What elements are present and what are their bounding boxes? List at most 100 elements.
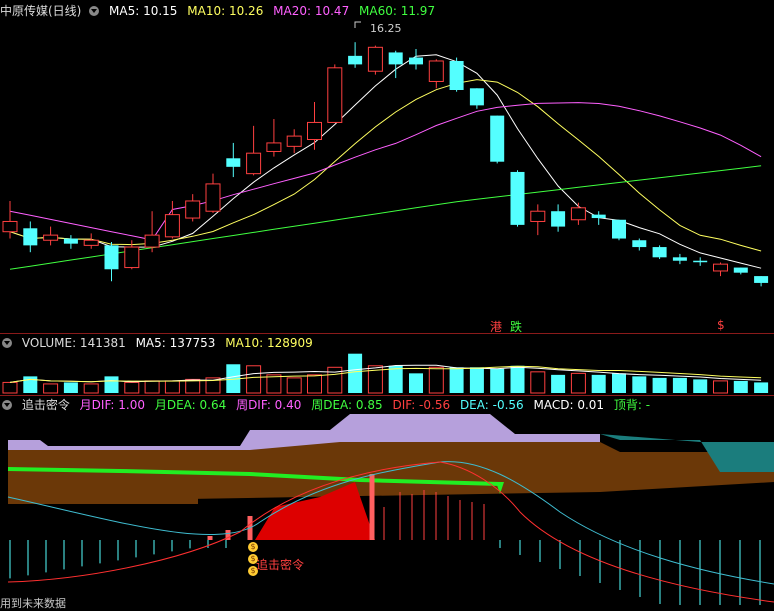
volume-ma5-line xyxy=(9,364,762,383)
candle xyxy=(530,210,546,222)
candle xyxy=(348,55,363,65)
candle xyxy=(23,228,38,246)
candle xyxy=(672,257,687,261)
volume-label: VOLUME: 141381 xyxy=(21,336,126,350)
dea-label: DEA: -0.56 xyxy=(459,398,524,412)
volume-bar xyxy=(672,377,687,393)
volume-bar xyxy=(570,372,586,394)
candle xyxy=(185,200,201,219)
volume-ma10-line xyxy=(9,365,762,383)
candle xyxy=(469,88,484,106)
volume-bar xyxy=(713,380,728,394)
candle xyxy=(367,46,383,72)
candle xyxy=(63,238,78,244)
volume-bar xyxy=(469,367,484,393)
signal-label: 追击密令 xyxy=(256,558,305,572)
volume-bar xyxy=(43,383,59,394)
volume-bar xyxy=(612,373,626,393)
chevron-down-icon[interactable] xyxy=(2,400,12,410)
signal-coin-1: $ xyxy=(248,542,258,552)
candle xyxy=(570,207,586,221)
candle xyxy=(2,220,18,233)
volume-bar xyxy=(63,382,78,393)
candle xyxy=(266,142,282,152)
candle xyxy=(124,246,140,269)
candle xyxy=(388,52,403,65)
macd-label: MACD: 0.01 xyxy=(533,398,605,412)
volume-ma10-label: MA10: 128909 xyxy=(225,336,313,350)
candle xyxy=(246,152,262,175)
candle xyxy=(164,214,180,238)
volume-ma5-label: MA5: 137753 xyxy=(135,336,216,350)
volume-bar xyxy=(286,377,302,394)
candle xyxy=(713,263,728,272)
candle xyxy=(591,214,606,219)
volume-panel-header: VOLUME: 141381 MA5: 137753 MA10: 128909 xyxy=(0,335,319,351)
volume-bar xyxy=(124,381,140,394)
volume-bar xyxy=(164,380,180,394)
candle xyxy=(409,57,423,65)
volume-bar xyxy=(409,373,423,393)
candle xyxy=(307,121,322,141)
volume-bar xyxy=(530,371,546,394)
candle xyxy=(652,247,667,258)
volume-bar xyxy=(144,380,160,394)
volume-bar xyxy=(388,365,403,393)
dollar-tag: $ xyxy=(717,318,725,332)
ma10-line xyxy=(9,79,762,252)
volume-bar xyxy=(104,376,119,393)
candle xyxy=(226,158,241,167)
candle xyxy=(754,276,769,283)
indicator-panel-header: 追击密令 月DIF: 1.00 月DEA: 0.64 周DIF: 0.40 周D… xyxy=(0,397,656,413)
ma5-line xyxy=(9,54,762,269)
candle xyxy=(612,219,626,239)
indicator-chart[interactable] xyxy=(0,412,774,611)
volume-bar xyxy=(632,376,647,393)
price-chart[interactable] xyxy=(0,0,774,332)
volume-bar xyxy=(490,368,505,393)
indicator-name: 追击密令 xyxy=(21,398,70,412)
candle xyxy=(449,60,464,90)
candle xyxy=(428,60,444,82)
panel-divider xyxy=(0,395,774,396)
volume-bar xyxy=(23,376,38,393)
candle xyxy=(693,260,708,263)
candle xyxy=(104,245,119,270)
volume-bar xyxy=(246,365,262,394)
volume-bar xyxy=(551,374,566,393)
candle xyxy=(327,67,343,123)
candle xyxy=(83,239,99,246)
volume-bar xyxy=(652,377,667,393)
dif-label: DIF: -0.56 xyxy=(392,398,451,412)
band-floor xyxy=(8,492,198,504)
volume-bar xyxy=(449,367,464,393)
ma20-line xyxy=(9,102,762,241)
volume-bar xyxy=(693,379,708,393)
candle xyxy=(286,135,302,147)
footer-note: 用到未来数据 xyxy=(0,597,66,610)
high-price-label: 16.25 xyxy=(370,22,402,35)
candle xyxy=(144,234,160,248)
ma60-line xyxy=(9,165,762,270)
volume-bar xyxy=(348,353,363,393)
panel-divider xyxy=(0,333,774,334)
volume-bar xyxy=(83,383,99,394)
volume-bar xyxy=(266,374,282,394)
volume-bar xyxy=(754,382,769,393)
volume-bar xyxy=(510,365,525,393)
chevron-down-icon[interactable] xyxy=(2,338,12,348)
candle xyxy=(551,211,566,227)
volume-bar xyxy=(428,366,444,394)
month-dif-label: 月DIF: 1.00 xyxy=(79,398,145,412)
month-dea-label: 月DEA: 0.64 xyxy=(154,398,227,412)
top-divergence-label: 顶背: - xyxy=(613,398,651,412)
volume-chart[interactable] xyxy=(0,350,774,394)
week-dif-label: 周DIF: 0.40 xyxy=(236,398,302,412)
candle xyxy=(733,267,748,273)
candle xyxy=(490,115,505,162)
high-marker xyxy=(354,21,361,28)
week-dea-label: 周DEA: 0.85 xyxy=(311,398,383,412)
volume-bar xyxy=(307,374,322,394)
candle xyxy=(632,240,647,248)
candle xyxy=(43,234,59,241)
